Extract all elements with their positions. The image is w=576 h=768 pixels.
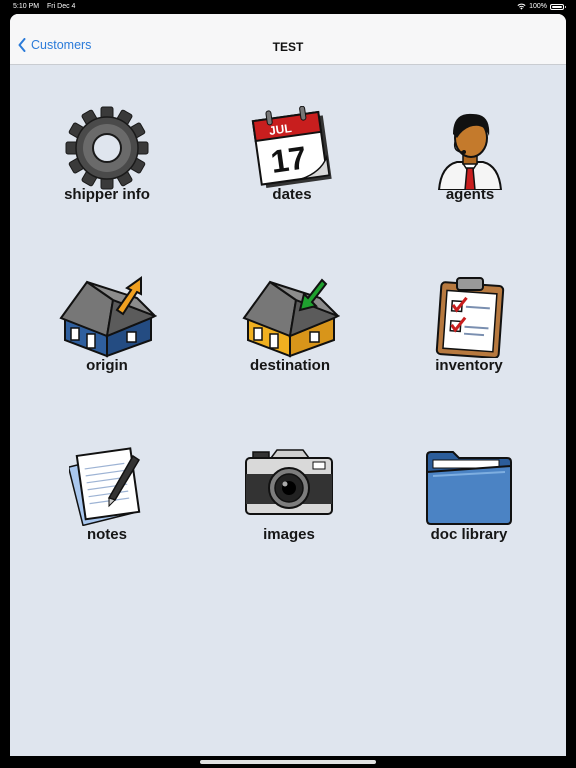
calendar-icon: JUL 17	[251, 106, 332, 188]
origin-house-icon	[59, 276, 157, 358]
clipboard-icon	[435, 277, 505, 358]
destination-house-icon	[242, 278, 340, 358]
tile-dates[interactable]: JUL 17 dates	[222, 106, 362, 236]
home-indicator[interactable]	[200, 760, 376, 764]
wifi-icon	[517, 3, 526, 10]
tile-label: origin	[86, 357, 128, 374]
page-title: TEST	[272, 40, 304, 54]
tile-destination[interactable]: destination	[220, 276, 360, 406]
status-time: 5:10 PM	[13, 3, 40, 10]
tile-label: agents	[445, 186, 495, 203]
tile-origin[interactable]: origin	[37, 276, 177, 406]
tile-label: doc library	[430, 526, 508, 543]
navigation-bar: Customers TEST	[10, 14, 566, 65]
tile-agents[interactable]: agents	[400, 106, 540, 236]
tile-label: dates	[272, 186, 312, 203]
notes-icon	[69, 447, 141, 526]
tile-images[interactable]: images	[219, 446, 359, 576]
tile-label: destination	[249, 357, 330, 374]
battery-icon	[550, 3, 566, 10]
status-bar: 5:10 PM Fri Dec 4 100%	[0, 0, 576, 13]
tile-notes[interactable]: notes	[37, 446, 177, 576]
tile-label: shipper info	[64, 186, 150, 203]
tile-label: images	[263, 526, 315, 543]
tile-doc-library[interactable]: doc library	[399, 446, 539, 576]
tile-shipper-info[interactable]: shipper info	[37, 106, 177, 236]
gear-icon	[65, 106, 149, 190]
tile-label: notes	[86, 526, 127, 543]
tile-label: inventory	[435, 357, 503, 374]
battery-percent: 100%	[529, 3, 547, 10]
app-window: Customers TEST shipper info JUL 17 dates…	[10, 14, 566, 756]
agent-icon	[437, 113, 503, 190]
camera-icon	[245, 449, 333, 515]
calendar-day: 17	[268, 139, 308, 180]
folder-icon	[426, 451, 512, 525]
tile-inventory[interactable]: inventory	[399, 276, 539, 406]
status-date: Fri Dec 4	[47, 3, 76, 10]
